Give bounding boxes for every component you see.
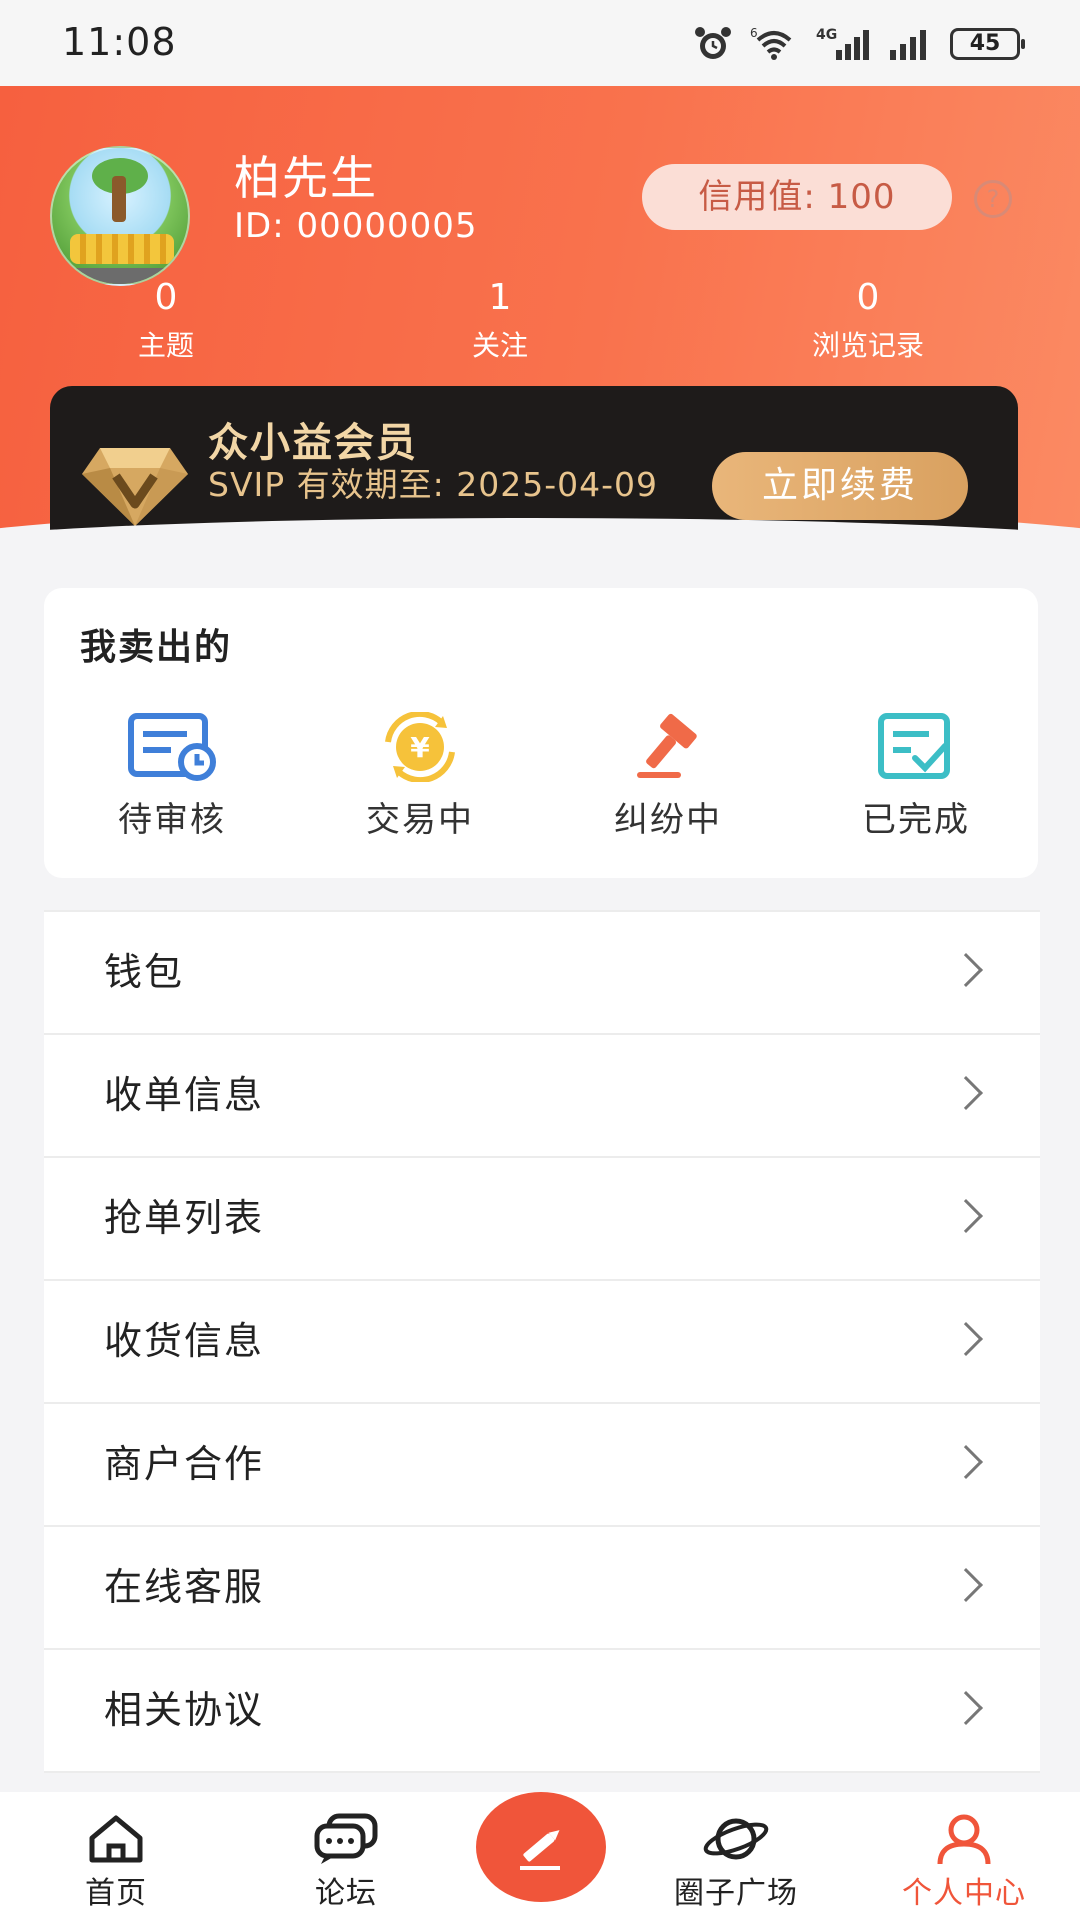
tab-profile-label: 个人中心 [902, 1876, 1026, 1911]
status-bar: 11:08 6 4G 45 [0, 0, 1080, 86]
status-time: 11:08 [62, 20, 177, 64]
menu-item-shipping-info[interactable]: 收货信息 [44, 1281, 1040, 1404]
stat-following[interactable]: 1 关注 [380, 276, 620, 364]
pending-review-icon [128, 713, 216, 781]
yuan-exchange-icon: ¥ [385, 712, 455, 782]
stat-history-value: 0 [856, 277, 880, 318]
home-icon [89, 1815, 143, 1863]
cellular-icon [888, 26, 932, 62]
settings-menu: 钱包 收单信息 抢单列表 收货信息 商户合作 在线客服 相关协议 [44, 910, 1040, 1773]
stat-history[interactable]: 0 浏览记录 [748, 276, 988, 364]
stat-topics-label: 主题 [137, 329, 194, 362]
status-icons: 6 4G 45 [694, 24, 1025, 64]
user-id: ID: 00000005 [234, 206, 478, 246]
stat-following-label: 关注 [471, 329, 528, 362]
diamond-icon [82, 448, 188, 526]
tab-home[interactable]: 首页 [16, 1812, 216, 1912]
sold-orders-card: 我卖出的 待审核 ¥ 交易中 纠纷中 已完成 [44, 588, 1038, 878]
vip-expiry: SVIP 有效期至: 2025-04-09 [208, 465, 659, 504]
menu-item-online-support[interactable]: 在线客服 [44, 1527, 1040, 1650]
tab-home-label: 首页 [85, 1876, 147, 1911]
svg-text:¥: ¥ [410, 731, 430, 764]
chevron-right-icon [949, 1199, 983, 1233]
sold-in-dispute[interactable]: 纠纷中 [568, 712, 768, 841]
sold-in-transaction[interactable]: ¥ 交易中 [320, 712, 520, 841]
menu-item-agreements[interactable]: 相关协议 [44, 1650, 1040, 1773]
menu-item-label: 收货信息 [104, 1319, 265, 1363]
sold-in-transaction-label: 交易中 [366, 800, 474, 840]
stat-topics-value: 0 [154, 277, 178, 318]
menu-item-label: 抢单列表 [104, 1196, 265, 1240]
sold-in-dispute-label: 纠纷中 [614, 800, 722, 840]
menu-item-label: 钱包 [104, 950, 185, 994]
credit-score-badge[interactable]: 信用值: 100 [642, 164, 952, 230]
vip-title: 众小益会员 [208, 420, 418, 466]
stat-history-label: 浏览记录 [811, 329, 924, 362]
chevron-right-icon [949, 1076, 983, 1110]
chat-bubbles-icon [314, 1813, 378, 1864]
sold-completed[interactable]: 已完成 [816, 712, 1016, 841]
person-icon [937, 1814, 991, 1865]
wifi-icon: 6 [750, 26, 798, 62]
tab-circle-square[interactable]: 圈子广场 [636, 1812, 836, 1912]
menu-item-label: 在线客服 [104, 1565, 265, 1609]
menu-item-label: 相关协议 [104, 1688, 265, 1732]
chevron-right-icon [949, 1322, 983, 1356]
planet-icon [703, 1818, 769, 1860]
sold-pending-review[interactable]: 待审核 [72, 712, 272, 841]
compose-button[interactable] [476, 1792, 606, 1902]
menu-item-label: 商户合作 [104, 1442, 265, 1486]
network-superscript: 6 [750, 26, 758, 40]
menu-item-receipt-info[interactable]: 收单信息 [44, 1035, 1040, 1158]
user-name: 柏先生 [234, 151, 378, 205]
sold-pending-review-label: 待审核 [118, 800, 226, 840]
help-icon[interactable]: ? [974, 180, 1012, 218]
sold-orders-title: 我卖出的 [80, 627, 233, 668]
menu-item-wallet[interactable]: 钱包 [44, 912, 1040, 1035]
menu-item-merchant-cooperation[interactable]: 商户合作 [44, 1404, 1040, 1527]
cellular-4g-icon: 4G [816, 26, 870, 62]
menu-item-grab-list[interactable]: 抢单列表 [44, 1158, 1040, 1281]
tab-forum-label: 论坛 [315, 1876, 377, 1911]
chevron-right-icon [949, 1568, 983, 1602]
chevron-right-icon [949, 1691, 983, 1725]
renew-button[interactable]: 立即续费 [712, 452, 968, 520]
pencil-icon [520, 1830, 560, 1870]
chevron-right-icon [949, 1445, 983, 1479]
battery-icon: 45 [950, 28, 1025, 60]
alarm-icon [694, 26, 732, 62]
chevron-right-icon [949, 953, 983, 987]
tab-profile[interactable]: 个人中心 [864, 1812, 1064, 1912]
tab-forum[interactable]: 论坛 [246, 1812, 446, 1912]
vip-card[interactable]: 众小益会员 SVIP 有效期至: 2025-04-09 立即续费 [50, 386, 1018, 556]
completed-check-icon [878, 713, 950, 779]
avatar[interactable] [50, 146, 190, 286]
stat-topics[interactable]: 0 主题 [46, 276, 286, 364]
tab-circle-square-label: 圈子广场 [674, 1876, 798, 1911]
stat-following-value: 1 [488, 277, 512, 318]
network-type: 4G [816, 27, 837, 43]
gavel-icon [637, 713, 697, 778]
sold-completed-label: 已完成 [862, 800, 970, 840]
menu-item-label: 收单信息 [104, 1073, 265, 1117]
